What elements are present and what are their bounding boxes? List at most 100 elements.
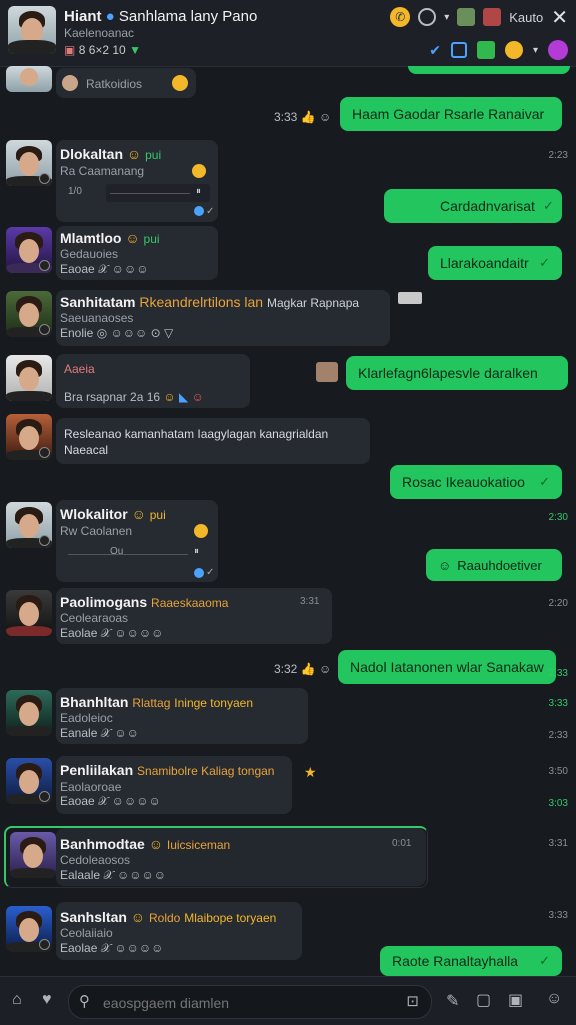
avatar [62,75,78,91]
play-icon: ⏸ [194,546,199,557]
reactions[interactable]: Enolie ◎ ☺☺☺ ⊙ ▽ [60,326,173,340]
check-icon[interactable]: ✔ [429,42,441,59]
chevron-down-icon[interactable]: ▾ [444,12,449,23]
sticker-icon[interactable] [316,362,338,382]
message-bubble-out[interactable] [408,66,570,74]
message-bubble[interactable]: Aaeia Bra rsapnar 2a 16 ☺ ◣ ☺ [56,354,250,408]
message-bubble[interactable]: Wlokalitor ☺ pui Rw Caolanen Ou ⏸ ✓ [56,500,218,582]
emoji-icon [172,75,188,91]
emoji-icon: ☺ [126,146,142,162]
emoji-icon: ☺ [125,230,140,246]
message-bubble[interactable]: Mlamtloo ☺ pui Gedauoies Eaoae 𝒳 ☺☺☺ [56,226,218,280]
timestamp: 2:20 [548,598,568,609]
audio-player[interactable]: 1/0 ⏸ [68,184,210,202]
composer-bar: ⌂ ♥ ⚲ ⊡ ✎ ▢ ▣ ☺ [0,976,576,1025]
check-icon: ✓ [539,474,550,489]
message-bubble[interactable]: Bhanhltan Rlattag Ininge tonyaen Eadolei… [56,688,308,744]
gallery-icon[interactable]: ▢ [476,990,491,1010]
avatar[interactable] [6,590,52,636]
message-bubble-out[interactable]: Nadol Iatanonen wlar Sanakaw [338,650,556,684]
star-icon[interactable]: ★ [304,764,317,781]
avatar[interactable] [6,66,52,92]
app-icon[interactable] [476,41,495,59]
check-icon: ✓ [539,255,550,270]
emoji-icon: ☺ [319,662,332,676]
avatar[interactable] [6,227,52,273]
check-icon: ✓ [206,567,215,578]
avatar[interactable] [6,140,52,186]
message-bubble-out[interactable]: Klarlefagn6lapesvle daralken [346,356,568,390]
sender-name: Paolimogans [60,594,148,610]
message-bubble[interactable]: Sanhsltan ☺ Roldo Mlaibope toryaen Ceola… [56,902,302,960]
message-bubble-out[interactable]: Rosac Ikeauokatioo ✓ [390,465,562,499]
emoji-icon: ☺ [319,110,332,124]
avatar[interactable] [483,8,502,26]
camera-icon[interactable]: ⊡ [406,992,419,1010]
message-input-box[interactable]: ⚲ ⊡ [68,985,432,1019]
message-bubble[interactable]: Penliilakan Snamibolre Kaliag tongan Eao… [56,756,292,814]
sender-name: Banhmodtae [60,836,145,852]
check-icon: ✓ [542,198,554,213]
message-bubble-out[interactable]: ☺ Raauhdoetiver [426,549,562,581]
avatar[interactable] [457,8,476,26]
timestamp: 3:50 [548,766,568,777]
message-bubble[interactable]: Dlokaltan ☺ pui Ra Caamanang 1/0 ⏸ ✓ [56,140,218,222]
chevron-down-icon[interactable]: ▾ [533,45,538,56]
timestamp: 2:23 [548,150,568,161]
share-icon[interactable] [450,42,467,58]
message-meta: 3:33 👍 ☺ [274,110,332,124]
avatar[interactable] [6,502,52,548]
attach-icon[interactable]: ✎ [446,991,459,1011]
status-icon [194,568,204,578]
avatar[interactable] [6,355,52,401]
close-icon[interactable]: ✕ [551,5,568,30]
avatar[interactable] [8,6,56,54]
message-bubble-out[interactable]: Cardadnvarisat ✓ [384,189,562,223]
reactions[interactable]: Bra rsapnar 2a 16 ☺ ◣ ☺ [64,390,204,404]
avatar[interactable] [10,832,56,878]
phone-icon[interactable]: ✆ [390,7,411,27]
reactions[interactable]: Eaoae 𝒳 ☺☺☺ [60,262,148,277]
avatar[interactable] [6,758,52,804]
message-bubble[interactable]: Banhmodtae ☺ Iuicsiceman 0:01 Cedoleaoso… [56,828,426,886]
message-bubble-out[interactable]: Raote Ranaltayhalla ✓ [380,946,562,976]
message-bubble-out[interactable]: Llarakoandaitr ✓ [428,246,562,280]
timestamp: 2:33 [548,668,568,679]
message-bubble[interactable]: Ratkoidios [56,68,196,98]
avatar[interactable] [6,291,52,337]
verified-icon: ● [105,8,115,25]
message-bubble[interactable]: Paolimogans Raaeskaaoma 3:31 Ceolearaoas… [56,588,332,644]
play-icon: ⏸ [196,186,201,197]
sticker-icon[interactable] [398,292,422,304]
reactions[interactable]: Eanale 𝒳 ☺☺ [60,726,139,741]
avatar[interactable] [6,906,52,952]
sender-name: Wlokalitor [60,506,128,522]
avatar[interactable] [6,414,52,460]
message-input[interactable] [101,992,395,1014]
status-icon [194,206,204,216]
audio-player[interactable]: Ou ⏸ [64,546,210,562]
clock-icon[interactable] [418,8,437,26]
sticker-icon[interactable]: ▣ [508,990,523,1010]
emoji-icon: ☺ [438,557,452,573]
search-icon: ⚲ [79,993,90,1010]
timestamp: 2:33 [548,730,568,741]
reactions[interactable]: Eaoae 𝒳 ☺☺☺☺ [60,794,161,809]
sender-name: Sanhitatam [60,294,136,310]
emoji-icon[interactable] [504,41,523,59]
emoji-icon: ☺ [130,909,146,925]
timestamp: 3:03 [548,798,568,809]
message-bubble[interactable]: Resleanao kamanhatam Iaagylagan kanagria… [56,418,370,464]
message-bubble-out[interactable]: Haam Gaodar Rsarle Ranaivar [340,97,562,131]
reactions[interactable]: Ealaale 𝒳 ☺☺☺☺ [60,868,166,883]
home-icon[interactable]: ⌂ [12,991,22,1009]
reactions[interactable]: Eaolae 𝒳 ☺☺☺☺ [60,626,163,641]
chat-header: Hiant ● Sanhlama lany Pano Kaelenoanac ▣… [0,0,576,67]
emoji-icon [194,524,208,538]
shield-icon[interactable]: ♥ [42,991,52,1009]
emoji-icon[interactable]: ☺ [546,990,562,1008]
avatar[interactable] [6,690,52,736]
brand-icon[interactable] [548,40,568,60]
message-bubble[interactable]: Sanhitatam Rkeandrelrtilons lan Magkar R… [56,290,390,346]
reactions[interactable]: Eaolae 𝒳 ☺☺☺☺ [60,941,163,956]
